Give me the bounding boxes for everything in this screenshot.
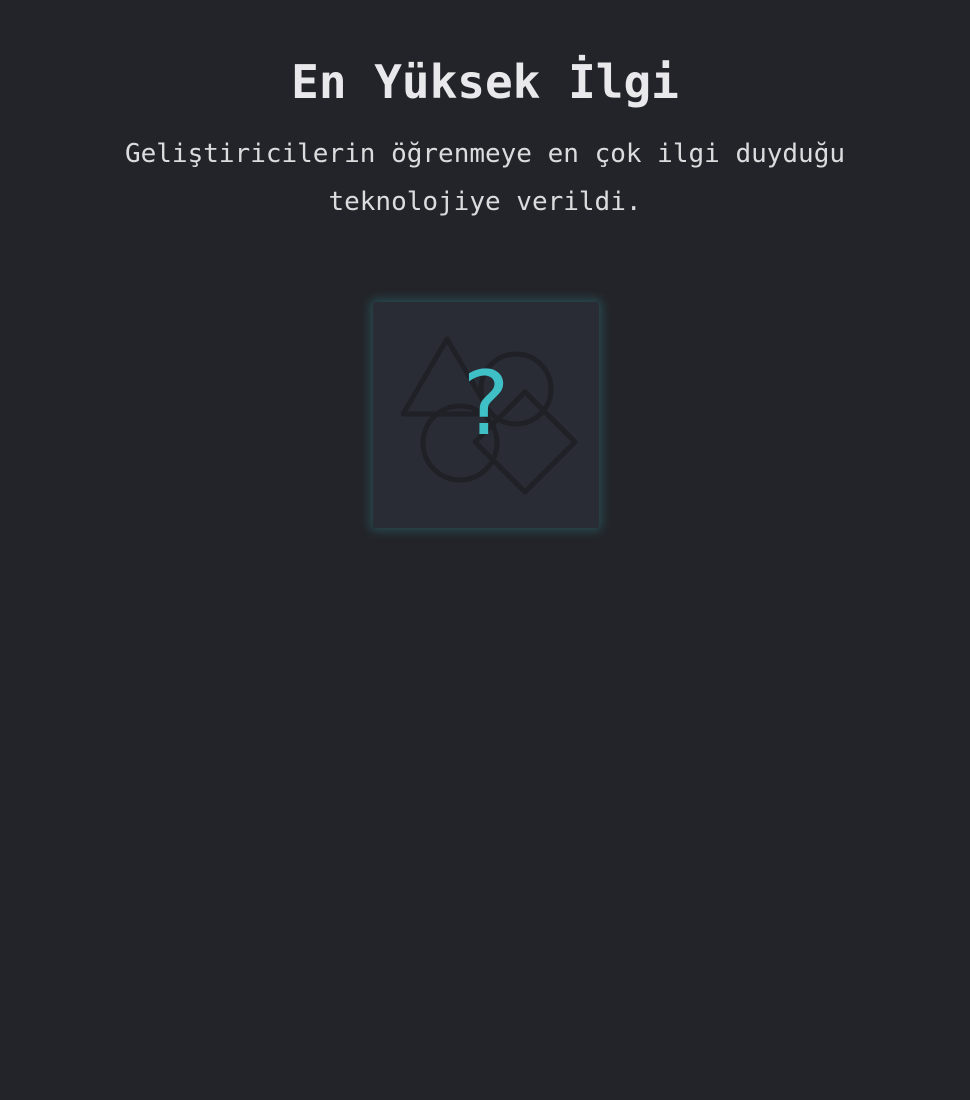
award-title: En Yüksek İlgi	[291, 55, 679, 109]
mystery-badge-card: ?	[373, 302, 599, 528]
award-description: Geliştiricilerin öğrenmeye en çok ilgi d…	[124, 139, 846, 217]
award-page: En Yüksek İlgi Geliştiricilerin öğrenmey…	[0, 0, 970, 1100]
question-mark-icon: ?	[462, 352, 510, 455]
